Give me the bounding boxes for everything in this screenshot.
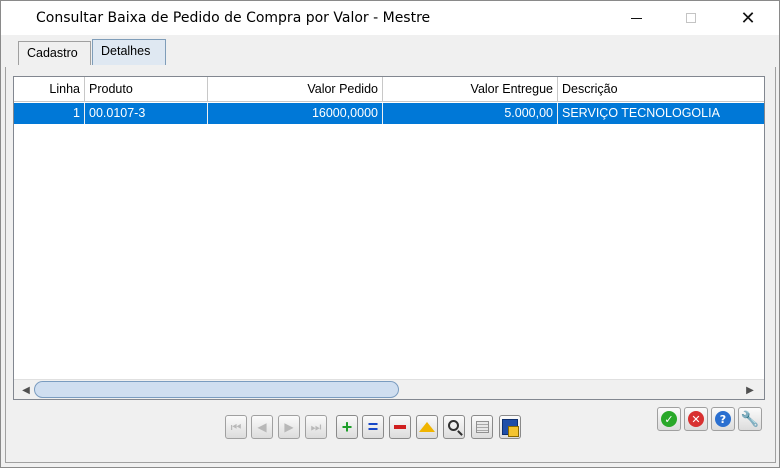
maximize-button[interactable] xyxy=(668,1,714,35)
maximize-icon xyxy=(686,13,696,23)
tab-label: Detalhes xyxy=(101,44,151,58)
scroll-left-icon[interactable]: ◀ xyxy=(16,380,36,400)
tab-detalhes[interactable]: Detalhes xyxy=(92,39,166,65)
edit-icon: = xyxy=(367,416,379,437)
help-icon: ? xyxy=(715,411,731,427)
column-header-descricao[interactable]: Descrição xyxy=(558,77,764,101)
column-header-linha[interactable]: Linha xyxy=(14,77,85,101)
minimize-button[interactable] xyxy=(613,1,659,35)
cancel-button[interactable]: ✕ xyxy=(684,407,708,431)
search-icon xyxy=(447,419,459,431)
dialog-window: Consultar Baixa de Pedido de Compra por … xyxy=(0,0,780,468)
column-header-produto[interactable]: Produto xyxy=(85,77,208,101)
table-row[interactable]: 1 00.0107-3 16000,0000 5.000,00 SERVIÇO … xyxy=(14,103,764,124)
insert-icon: + xyxy=(341,416,353,437)
confirm-icon: ✓ xyxy=(661,411,677,427)
cell-linha[interactable]: 1 xyxy=(14,103,85,124)
scroll-thumb[interactable] xyxy=(34,381,399,398)
horizontal-scrollbar[interactable]: ◀ ▶ xyxy=(14,379,764,399)
grid-header: Linha Produto Valor Pedido Valor Entregu… xyxy=(14,77,764,102)
cell-produto[interactable]: 00.0107-3 xyxy=(85,103,208,124)
tab-label: Cadastro xyxy=(27,46,78,60)
delete-button[interactable] xyxy=(389,415,411,439)
export-button[interactable] xyxy=(499,415,521,439)
last-record-icon: ⏭ xyxy=(310,419,322,434)
last-record-button[interactable]: ⏭ xyxy=(305,415,327,439)
previous-record-button[interactable]: ◀ xyxy=(251,415,273,439)
settings-button[interactable]: 🔧 xyxy=(738,407,762,431)
table-view-icon xyxy=(475,421,489,433)
sort-button[interactable] xyxy=(416,415,438,439)
window-title: Consultar Baixa de Pedido de Compra por … xyxy=(36,10,431,26)
sort-icon xyxy=(419,422,435,432)
column-header-valor-pedido[interactable]: Valor Pedido xyxy=(208,77,383,101)
settings-wrench-icon: 🔧 xyxy=(740,411,760,428)
first-record-button[interactable]: ⏮ xyxy=(225,415,247,439)
minimize-icon xyxy=(630,17,642,19)
details-grid[interactable]: Linha Produto Valor Pedido Valor Entregu… xyxy=(13,76,765,400)
title-bar[interactable]: Consultar Baixa de Pedido de Compra por … xyxy=(1,1,779,35)
next-record-icon: ▶ xyxy=(284,420,294,434)
next-record-button[interactable]: ▶ xyxy=(278,415,300,439)
edit-button[interactable]: = xyxy=(362,415,384,439)
previous-record-icon: ◀ xyxy=(257,420,267,434)
table-view-button[interactable] xyxy=(471,415,493,439)
scroll-right-icon[interactable]: ▶ xyxy=(740,380,760,400)
search-button[interactable] xyxy=(443,415,465,439)
cell-valor-pedido[interactable]: 16000,0000 xyxy=(208,103,383,124)
confirm-button[interactable]: ✓ xyxy=(657,407,681,431)
close-button[interactable]: ✕ xyxy=(725,1,771,35)
export-icon xyxy=(502,419,519,437)
close-icon: ✕ xyxy=(740,7,756,28)
cancel-icon: ✕ xyxy=(688,411,704,427)
column-header-valor-entregue[interactable]: Valor Entregue xyxy=(383,77,558,101)
tab-cadastro[interactable]: Cadastro xyxy=(18,41,91,65)
delete-icon xyxy=(394,425,406,429)
cell-descricao[interactable]: SERVIÇO TECNOLOGOLIA xyxy=(558,103,764,124)
cell-valor-entregue[interactable]: 5.000,00 xyxy=(383,103,558,124)
first-record-icon: ⏮ xyxy=(230,419,242,434)
help-button[interactable]: ? xyxy=(711,407,735,431)
insert-button[interactable]: + xyxy=(336,415,358,439)
